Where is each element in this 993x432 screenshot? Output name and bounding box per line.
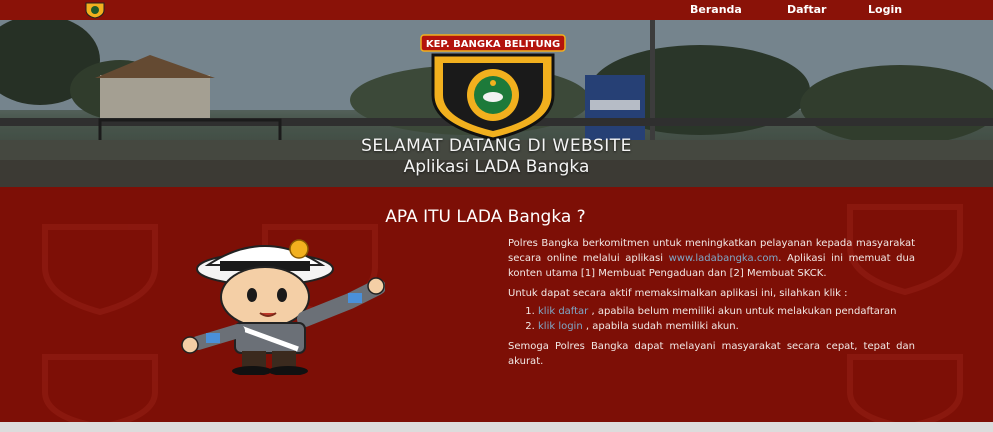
list-item: klik login , apabila sudah memiliki akun… [538, 319, 915, 334]
about-paragraph-2: Untuk dapat secara aktif memaksimalkan a… [508, 287, 848, 299]
about-title: APA ITU LADA Bangka ? [385, 207, 586, 227]
svg-text:KEP. BANGKA BELITUNG: KEP. BANGKA BELITUNG [426, 39, 560, 50]
login-link[interactable]: klik login [538, 321, 583, 332]
site-link[interactable]: www.ladabangka.com [669, 253, 779, 264]
polri-badge-icon[interactable] [84, 1, 106, 19]
nav-link-login[interactable]: Login [868, 3, 902, 16]
nav-link-daftar[interactable]: Daftar [787, 3, 826, 16]
footer-divider [0, 422, 993, 432]
hero-banner: KEP. BANGKA BELITUNG SELAMAT DATANG DI W… [0, 20, 993, 187]
about-section: APA ITU LADA Bangka ? Polres Bangka berk… [0, 187, 993, 422]
top-navbar: Beranda Daftar Login [0, 0, 993, 20]
list-item: klik daftar , apabila belum memiliki aku… [538, 304, 915, 319]
police-mascot-illustration [181, 239, 385, 375]
about-paragraph-1: Polres Bangka berkomitmen untuk meningka… [508, 238, 915, 280]
hero-title: SELAMAT DATANG DI WEBSITE [361, 136, 632, 156]
daftar-link[interactable]: klik daftar [538, 306, 588, 317]
nav-link-beranda[interactable]: Beranda [690, 3, 742, 16]
about-text: Polres Bangka berkomitmen untuk meningka… [508, 236, 915, 370]
hero-subtitle: Aplikasi LADA Bangka [403, 157, 590, 177]
closing-text: Semoga Polres Bangka dapat melayani masy… [508, 341, 915, 368]
steps-list: klik daftar , apabila belum memiliki aku… [508, 304, 915, 334]
polda-badge-logo: KEP. BANGKA BELITUNG [420, 34, 566, 141]
